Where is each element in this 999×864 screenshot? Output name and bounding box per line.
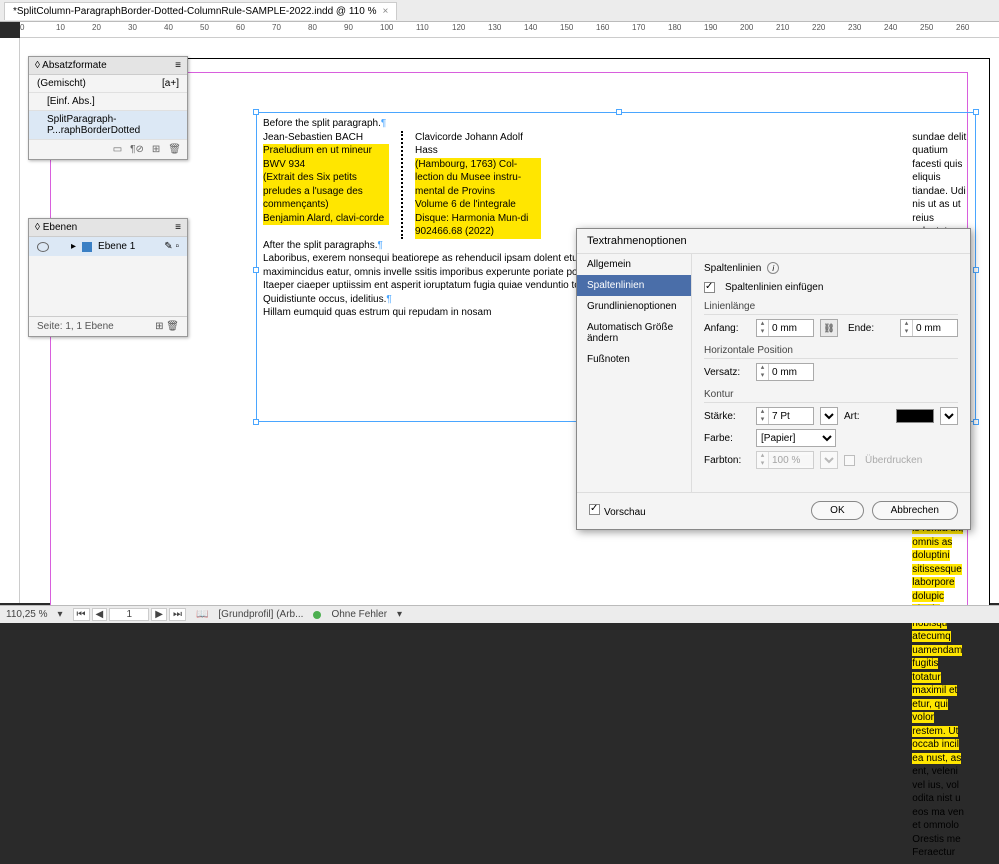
layer-color-swatch bbox=[82, 242, 92, 252]
handle-top-left[interactable] bbox=[253, 109, 259, 115]
dialog-nav-item[interactable]: Spaltenlinien bbox=[577, 275, 691, 296]
preview-label: Vorschau bbox=[604, 507, 646, 518]
end-input[interactable]: ▴▾ bbox=[900, 319, 958, 337]
folder-icon[interactable]: ▭ bbox=[113, 144, 122, 155]
start-label: Anfang: bbox=[704, 323, 750, 334]
dialog-nav-item[interactable]: Fußnoten bbox=[577, 349, 691, 370]
start-input[interactable]: ▴▾ bbox=[756, 319, 814, 337]
tab-bar: *SplitColumn-ParagraphBorder-Dotted-Colu… bbox=[0, 0, 999, 22]
color-label: Farbe: bbox=[704, 433, 750, 444]
errors-label[interactable]: Ohne Fehler bbox=[331, 609, 387, 620]
type-label: Art: bbox=[844, 411, 890, 422]
status-dot-icon bbox=[313, 611, 321, 619]
overprint-checkbox bbox=[844, 455, 855, 466]
menu-icon[interactable]: ≡ bbox=[175, 60, 181, 71]
end-label: Ende: bbox=[848, 323, 894, 334]
handle-bottom-left[interactable] bbox=[253, 419, 259, 425]
insert-rules-checkbox[interactable] bbox=[704, 282, 715, 293]
handle-top-right[interactable] bbox=[973, 109, 979, 115]
close-icon[interactable]: × bbox=[382, 6, 388, 17]
clear-icon[interactable]: ¶⊘ bbox=[130, 144, 144, 155]
page-nav[interactable]: ⏮◀1▶⏭ bbox=[73, 608, 186, 621]
weight-input[interactable]: ▴▾ bbox=[756, 407, 814, 425]
panel-header[interactable]: ◊ Ebenen≡ bbox=[29, 219, 187, 237]
tint-input[interactable]: ▴▾ bbox=[756, 451, 814, 469]
pen-icon: ✎ ▫ bbox=[164, 241, 179, 252]
weight-label: Stärke: bbox=[704, 411, 750, 422]
menu-icon[interactable]: ≡ bbox=[175, 222, 181, 233]
new-icon[interactable]: ⊞ bbox=[152, 144, 160, 155]
link-icon[interactable]: ⛓ bbox=[820, 319, 838, 337]
weight-unit-select[interactable] bbox=[820, 407, 838, 425]
panel-footer: Seite: 1, 1 Ebene ⊞ 🗑 bbox=[29, 316, 187, 336]
insert-rules-label: Spaltenlinien einfügen bbox=[725, 282, 823, 293]
dialog-nav-item[interactable]: Grundlinienoptionen bbox=[577, 296, 691, 317]
tab-title: *SplitColumn-ParagraphBorder-Dotted-Colu… bbox=[13, 6, 376, 17]
handle-mid-left[interactable] bbox=[253, 267, 259, 273]
document-tab[interactable]: *SplitColumn-ParagraphBorder-Dotted-Colu… bbox=[4, 2, 397, 20]
status-bar: 110,25 %▾ ⏮◀1▶⏭ 📖 [Grundprofil] (Arb... … bbox=[0, 605, 999, 623]
paragraph-style-item[interactable]: [Einf. Abs.] bbox=[29, 93, 187, 111]
panel-header[interactable]: ◊ Absatzformate≡ bbox=[29, 57, 187, 75]
stroke-type-swatch[interactable] bbox=[896, 409, 934, 423]
text-frame-options-dialog[interactable]: Textrahmenoptionen AllgemeinSpaltenlinie… bbox=[576, 228, 971, 530]
visibility-icon[interactable] bbox=[37, 242, 49, 252]
dialog-nav-item[interactable]: Allgemein bbox=[577, 254, 691, 275]
tint-select[interactable] bbox=[820, 451, 838, 469]
dialog-content: Spaltenlinien i Spaltenlinien einfügen L… bbox=[692, 254, 970, 492]
dialog-nav-item[interactable]: Automatisch Größe ändern bbox=[577, 317, 691, 349]
overprint-label: Überdrucken bbox=[865, 455, 922, 466]
offset-input[interactable]: ▴▾ bbox=[756, 363, 814, 381]
cancel-button[interactable]: Abbrechen bbox=[872, 501, 958, 520]
offset-label: Versatz: bbox=[704, 367, 750, 378]
layer-row[interactable]: ▸ Ebene 1 ✎ ▫ bbox=[29, 237, 187, 256]
dialog-title: Textrahmenoptionen bbox=[577, 229, 970, 254]
color-select[interactable]: [Papier] bbox=[756, 429, 836, 447]
mixed-indicator: (Gemischt)[a+] bbox=[29, 75, 187, 93]
contour-group: Kontur bbox=[704, 389, 958, 403]
handle-top-mid[interactable] bbox=[616, 109, 622, 115]
handle-bottom-right[interactable] bbox=[973, 419, 979, 425]
paragraph-style-item[interactable]: SplitParagraph-P...raphBorderDotted bbox=[29, 111, 187, 140]
dialog-nav: AllgemeinSpaltenlinienGrundlinienoptione… bbox=[577, 254, 692, 492]
info-icon[interactable]: i bbox=[767, 262, 779, 274]
horizontal-ruler: 0102030405060708090100110120130140150160… bbox=[20, 22, 999, 38]
tint-label: Farbton: bbox=[704, 455, 750, 466]
section-title: Spaltenlinien bbox=[704, 263, 761, 274]
layers-panel[interactable]: ◊ Ebenen≡ ▸ Ebene 1 ✎ ▫ Seite: 1, 1 Eben… bbox=[28, 218, 188, 337]
stroke-type-select[interactable] bbox=[940, 407, 958, 425]
trash-icon[interactable]: 🗑 bbox=[168, 144, 181, 155]
new-layer-icon[interactable]: ⊞ bbox=[155, 321, 163, 332]
trash-icon[interactable]: 🗑 bbox=[166, 321, 179, 332]
profile-label[interactable]: [Grundprofil] (Arb... bbox=[218, 609, 303, 620]
length-group: Linienlänge bbox=[704, 301, 958, 315]
vertical-ruler bbox=[0, 38, 20, 603]
zoom-level[interactable]: 110,25 % bbox=[6, 609, 48, 620]
hpos-group: Horizontale Position bbox=[704, 345, 958, 359]
panel-toolbar: ▭ ¶⊘ ⊞ 🗑 bbox=[29, 140, 187, 159]
layer-name: Ebene 1 bbox=[98, 241, 135, 252]
preview-checkbox[interactable] bbox=[589, 504, 600, 515]
paragraph-styles-panel[interactable]: ◊ Absatzformate≡ (Gemischt)[a+] [Einf. A… bbox=[28, 56, 188, 160]
handle-mid-right[interactable] bbox=[973, 267, 979, 273]
ok-button[interactable]: OK bbox=[811, 501, 863, 520]
